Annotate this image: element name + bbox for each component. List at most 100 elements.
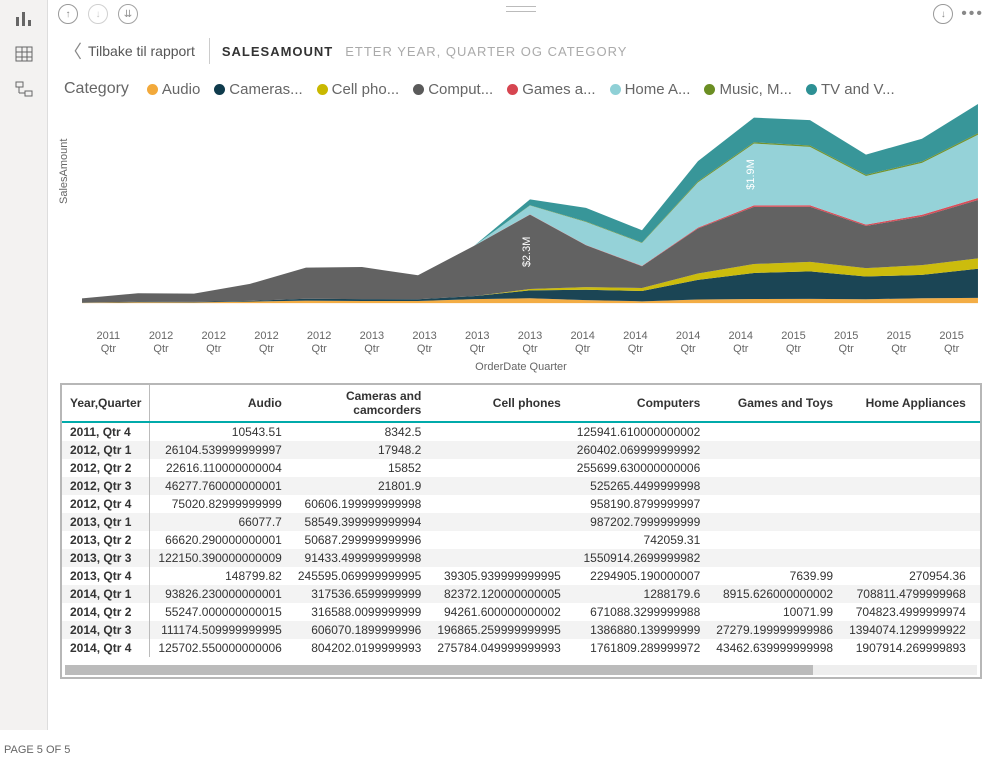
legend-item[interactable]: Games a... bbox=[507, 81, 595, 98]
legend-dot-icon bbox=[806, 84, 817, 95]
page-status: PAGE 5 OF 5 bbox=[4, 744, 70, 756]
row-label: 2012, Qtr 1 bbox=[62, 441, 150, 459]
data-cell bbox=[974, 495, 982, 513]
relations-view-icon[interactable] bbox=[14, 80, 34, 100]
data-cell: 245595.069999999995 bbox=[290, 567, 429, 585]
table-row[interactable]: 2013, Qtr 266620.29000000000150687.29999… bbox=[62, 531, 982, 549]
data-cell bbox=[841, 459, 974, 477]
legend-item[interactable]: TV and V... bbox=[806, 81, 895, 98]
table-row[interactable]: 2013, Qtr 166077.758549.3999999999949872… bbox=[62, 513, 982, 531]
drill-down-icon[interactable]: ↓ bbox=[88, 4, 108, 24]
data-table[interactable]: Year,QuarterAudioCameras andcamcordersCe… bbox=[60, 383, 982, 679]
data-cell: 270954.36 bbox=[841, 567, 974, 585]
data-cell bbox=[708, 477, 841, 495]
back-to-report-button[interactable]: 〈 Tilbake til rapport bbox=[64, 38, 210, 64]
drill-up-icon[interactable]: ↑ bbox=[58, 4, 78, 24]
data-cell: 39305.939999999995 bbox=[429, 567, 568, 585]
focus-mode-icon[interactable]: ↓ bbox=[933, 4, 953, 24]
visual-header: 〈 Tilbake til rapport SALESAMOUNT ETTER … bbox=[48, 28, 994, 78]
table-row[interactable]: 2014, Qtr 3111174.509999999995606070.189… bbox=[62, 621, 982, 639]
data-cell bbox=[974, 477, 982, 495]
table-row[interactable]: 2011, Qtr 410543.518342.5125941.61000000… bbox=[62, 422, 982, 441]
data-cell bbox=[708, 549, 841, 567]
column-header[interactable]: Games and Toys bbox=[708, 385, 841, 422]
horizontal-scrollbar[interactable] bbox=[65, 665, 977, 675]
data-cell: 60606.199999999998 bbox=[290, 495, 429, 513]
x-tick: 2012Qtr bbox=[135, 330, 188, 358]
row-label: 2014, Qtr 2 bbox=[62, 603, 150, 621]
data-cell: 15 bbox=[974, 603, 982, 621]
column-header-truncated[interactable]: MAu bbox=[974, 385, 982, 422]
data-cell: 15 bbox=[974, 585, 982, 603]
legend-item[interactable]: Music, M... bbox=[704, 81, 792, 98]
data-cell bbox=[429, 513, 568, 531]
data-cell bbox=[974, 513, 982, 531]
data-cell bbox=[841, 422, 974, 441]
x-axis-label: OrderDate Quarter bbox=[64, 361, 978, 373]
column-header[interactable]: Computers bbox=[569, 385, 708, 422]
legend-item[interactable]: Home A... bbox=[610, 81, 691, 98]
data-cell: 804202.0199999993 bbox=[290, 639, 429, 657]
legend-dot-icon bbox=[317, 84, 328, 95]
data-cell: 606070.1899999996 bbox=[290, 621, 429, 639]
chart-plot-area: $2.3M$1.9M bbox=[82, 104, 978, 313]
data-cell: 10543.51 bbox=[150, 422, 290, 441]
column-header[interactable]: Audio bbox=[150, 385, 290, 422]
data-cell: 122150.390000000009 bbox=[150, 549, 290, 567]
legend-item[interactable]: Cameras... bbox=[214, 81, 302, 98]
data-cell: 94261.600000000002 bbox=[429, 603, 568, 621]
table-row[interactable]: 2012, Qtr 126104.53999999999717948.22604… bbox=[62, 441, 982, 459]
x-tick: 2015Qtr bbox=[873, 330, 926, 358]
table-row[interactable]: 2013, Qtr 4148799.82245595.0699999999953… bbox=[62, 567, 982, 585]
row-header-cell[interactable]: Year,Quarter bbox=[62, 385, 150, 422]
table-row[interactable]: 2012, Qtr 475020.8299999999960606.199999… bbox=[62, 495, 982, 513]
data-cell bbox=[429, 459, 568, 477]
column-header[interactable]: Cell phones bbox=[429, 385, 568, 422]
table-row[interactable]: 2014, Qtr 4125702.550000000006804202.019… bbox=[62, 639, 982, 657]
legend-label: TV and V... bbox=[821, 81, 895, 98]
data-cell: 275784.049999999993 bbox=[429, 639, 568, 657]
data-cell bbox=[429, 531, 568, 549]
data-cell bbox=[429, 549, 568, 567]
row-label: 2014, Qtr 1 bbox=[62, 585, 150, 603]
data-cell bbox=[841, 441, 974, 459]
data-cell: 8915.626000000002 bbox=[708, 585, 841, 603]
table-row[interactable]: 2012, Qtr 222616.11000000000415852255699… bbox=[62, 459, 982, 477]
more-options-icon[interactable]: ••• bbox=[961, 5, 984, 23]
table-row[interactable]: 2012, Qtr 346277.76000000000121801.95252… bbox=[62, 477, 982, 495]
legend-item[interactable]: Audio bbox=[147, 81, 200, 98]
x-tick: 2014Qtr bbox=[662, 330, 715, 358]
data-cell: 260402.069999999992 bbox=[569, 441, 708, 459]
data-cell: 255699.630000000006 bbox=[569, 459, 708, 477]
legend-label: Cameras... bbox=[229, 81, 302, 98]
legend-title: Category bbox=[64, 80, 129, 98]
data-cell: 82372.120000000005 bbox=[429, 585, 568, 603]
data-cell: 46277.760000000001 bbox=[150, 477, 290, 495]
data-cell bbox=[429, 441, 568, 459]
x-axis-ticks: 2011Qtr2012Qtr2012Qtr2012Qtr2012Qtr2013Q… bbox=[82, 330, 978, 358]
data-cell bbox=[841, 549, 974, 567]
table-row[interactable]: 2014, Qtr 255247.000000000015316588.0099… bbox=[62, 603, 982, 621]
x-tick: 2013Qtr bbox=[398, 330, 451, 358]
column-header[interactable]: Home Appliances bbox=[841, 385, 974, 422]
data-cell: 742059.31 bbox=[569, 531, 708, 549]
column-header[interactable]: Cameras andcamcorders bbox=[290, 385, 429, 422]
chart-view-icon[interactable] bbox=[14, 8, 34, 28]
drag-handle-icon[interactable] bbox=[506, 6, 536, 12]
x-tick: 2012Qtr bbox=[187, 330, 240, 358]
legend-label: Music, M... bbox=[719, 81, 792, 98]
table-view-icon[interactable] bbox=[14, 44, 34, 64]
legend-label: Games a... bbox=[522, 81, 595, 98]
legend-item[interactable]: Cell pho... bbox=[317, 81, 400, 98]
data-cell bbox=[708, 495, 841, 513]
x-tick: 2014Qtr bbox=[714, 330, 767, 358]
stacked-area-chart[interactable]: SalesAmount $2.3M$1.9M 2011Qtr2012Qtr201… bbox=[64, 104, 978, 369]
legend-label: Audio bbox=[162, 81, 200, 98]
table-row[interactable]: 2014, Qtr 193826.230000000001317536.6599… bbox=[62, 585, 982, 603]
legend-item[interactable]: Comput... bbox=[413, 81, 493, 98]
expand-all-icon[interactable]: ⇊ bbox=[118, 4, 138, 24]
data-cell bbox=[841, 495, 974, 513]
legend-dot-icon bbox=[507, 84, 518, 95]
data-cell bbox=[974, 531, 982, 549]
table-row[interactable]: 2013, Qtr 3122150.39000000000991433.4999… bbox=[62, 549, 982, 567]
